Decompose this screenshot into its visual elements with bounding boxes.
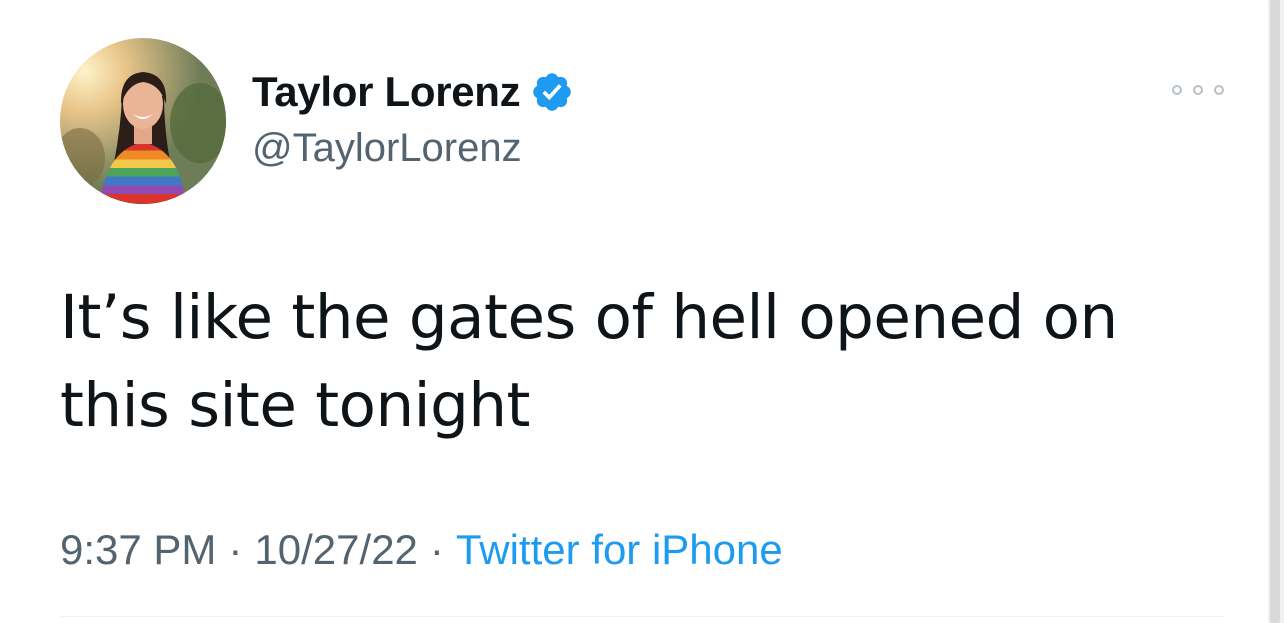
more-dot xyxy=(1172,85,1182,95)
separator-dot: · xyxy=(429,526,444,573)
profile-photo-icon xyxy=(60,38,226,204)
tweet-text: It’s like the gates of hell opened on th… xyxy=(60,282,1137,441)
scrollbar[interactable] xyxy=(1268,0,1284,623)
author-handle[interactable]: @TaylorLorenz xyxy=(252,126,522,171)
author-display-name[interactable]: Taylor Lorenz xyxy=(252,68,521,116)
tweet-card: Taylor Lorenz @TaylorLorenz It’s like th… xyxy=(0,0,1284,623)
scrollbar-thumb[interactable] xyxy=(1270,0,1280,623)
tweet-time[interactable]: 9:37 PM xyxy=(60,526,216,574)
more-dot xyxy=(1214,85,1224,95)
tweet-metadata: 9:37 PM · 10/27/22 · Twitter for iPhone xyxy=(60,522,783,578)
author-name-row: Taylor Lorenz xyxy=(252,66,574,118)
more-options-icon[interactable] xyxy=(1172,72,1224,108)
verified-badge-icon xyxy=(530,70,574,114)
more-dot xyxy=(1193,85,1203,95)
divider xyxy=(60,616,1224,617)
separator-dot: · xyxy=(228,526,243,573)
tweet-source-link[interactable]: Twitter for iPhone xyxy=(456,526,783,574)
avatar[interactable] xyxy=(60,38,226,204)
tweet-date[interactable]: 10/27/22 xyxy=(254,526,418,574)
